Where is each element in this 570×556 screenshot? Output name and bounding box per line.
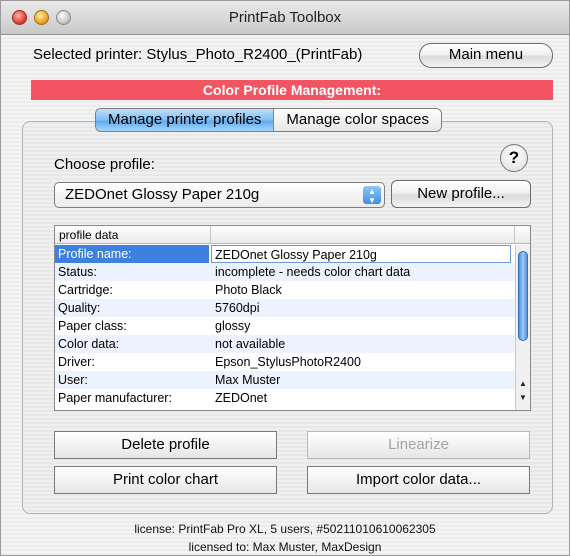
tab-manage-printer-profiles[interactable]: Manage printer profiles [96, 109, 275, 131]
table-header: profile data [55, 226, 530, 244]
row-value: glossy [215, 319, 251, 333]
row-key: Paper manufacturer: [58, 391, 172, 405]
updown-arrows-icon: ▲ ▼ [363, 186, 381, 205]
profile-select-value: ZEDOnet Glossy Paper 210g [65, 186, 260, 203]
linearize-button[interactable]: Linearize [307, 431, 530, 459]
row-value: 5760dpi [215, 301, 260, 315]
window-title: PrintFab Toolbox [228, 9, 342, 26]
help-button[interactable]: ? [500, 144, 528, 172]
tab-manage-color-spaces[interactable]: Manage color spaces [274, 109, 442, 131]
new-profile-button[interactable]: New profile... [391, 180, 531, 208]
row-key: Cartridge: [58, 283, 113, 297]
import-color-data-button[interactable]: Import color data... [307, 466, 530, 494]
row-key: Driver: [58, 355, 95, 369]
table-row[interactable]: Driver: Epson_StylusPhotoR2400 [55, 353, 515, 371]
window: PrintFab Toolbox Selected printer: Stylu… [0, 0, 570, 556]
profile-select[interactable]: ZEDOnet Glossy Paper 210g ▲ ▼ [54, 182, 385, 208]
row-key: User: [58, 373, 88, 387]
section-banner: Color Profile Management: [31, 80, 553, 100]
scrollbar-thumb[interactable] [518, 251, 528, 341]
table-row[interactable]: Paper class: glossy [55, 317, 515, 335]
row-value: Epson_StylusPhotoR2400 [215, 355, 361, 369]
delete-profile-button[interactable]: Delete profile [54, 431, 277, 459]
row-value: Max Muster [215, 373, 281, 387]
scroll-down-icon[interactable]: ▼ [519, 393, 527, 402]
table-row[interactable]: Profile name: ZEDOnet Glossy Paper 210g [55, 245, 515, 263]
column-divider [210, 226, 211, 244]
choose-profile-label: Choose profile: [54, 156, 155, 173]
row-key: Paper class: [58, 319, 127, 333]
selected-printer-label: Selected printer: Stylus_Photo_R2400_(Pr… [33, 46, 363, 63]
profile-data-table: profile data Profile name: ZEDOnet Gloss… [54, 225, 531, 411]
profile-name-field[interactable]: ZEDOnet Glossy Paper 210g [211, 245, 511, 263]
table-row[interactable]: Color data: not available [55, 335, 515, 353]
main-menu-button[interactable]: Main menu [419, 43, 553, 68]
table-row[interactable]: Status: incomplete - needs color chart da… [55, 263, 515, 281]
license-text: license: PrintFab Pro XL, 5 users, #5021… [134, 522, 436, 536]
column-divider [514, 226, 515, 244]
row-key: Quality: [58, 301, 101, 315]
table-row[interactable]: Cartridge: Photo Black [55, 281, 515, 299]
tab-group: Manage printer profiles Manage color spa… [95, 108, 443, 132]
print-color-chart-button[interactable]: Print color chart [54, 466, 277, 494]
title-bar: PrintFab Toolbox [1, 1, 569, 35]
table-row[interactable]: Paper manufacturer: ZEDOnet [55, 389, 515, 407]
row-key: Color data: [58, 337, 120, 351]
table-row[interactable]: Quality: 5760dpi [55, 299, 515, 317]
row-key: Profile name: [55, 245, 209, 263]
row-value: Photo Black [215, 283, 282, 297]
row-value: not available [215, 337, 286, 351]
licensee-text: licensed to: Max Muster, MaxDesign [188, 540, 382, 554]
scroll-up-icon[interactable]: ▲ [519, 379, 527, 388]
row-value: ZEDOnet [215, 391, 268, 405]
table-row[interactable]: User: Max Muster [55, 371, 515, 389]
table-scrollbar[interactable]: ▲ ▼ [515, 245, 530, 410]
row-key: Status: [58, 265, 97, 279]
table-rows: Profile name: ZEDOnet Glossy Paper 210g … [55, 245, 515, 407]
row-value: incomplete - needs color chart data [215, 265, 411, 279]
